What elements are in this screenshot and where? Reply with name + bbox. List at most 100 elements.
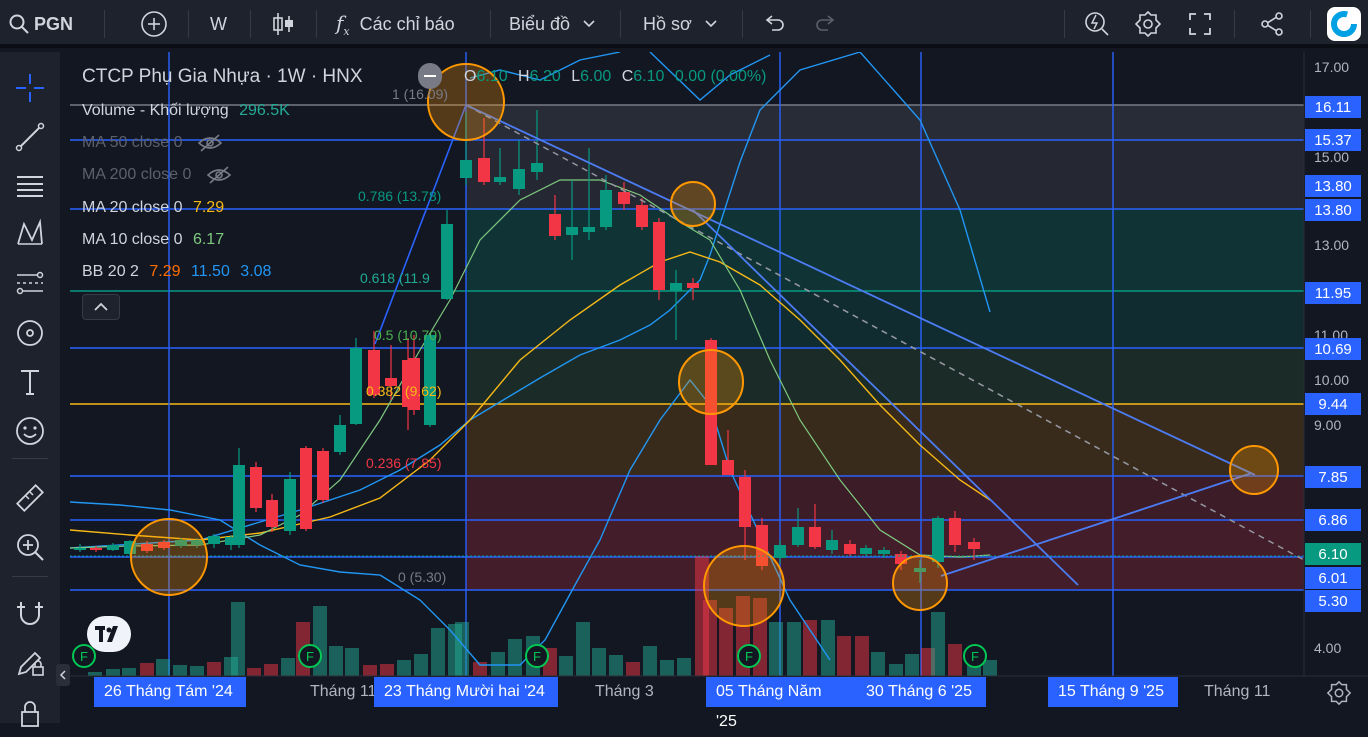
legend-volume[interactable]: Volume - Khối lượng 296.5K (82, 98, 290, 124)
chart-settings-button[interactable] (1326, 680, 1352, 711)
fib-label-0236: 0.236 (7.85) (366, 455, 442, 471)
legend-bb[interactable]: BB 20 2 7.29 11.50 3.08 (82, 259, 271, 285)
legend-collapse-button[interactable] (82, 294, 120, 320)
collapse-sidebar-button[interactable] (56, 664, 70, 686)
volume-bar (207, 662, 221, 676)
candle-body (583, 227, 595, 232)
eye-off-icon[interactable] (206, 165, 232, 185)
volume-bar (88, 672, 102, 676)
legend-ma200[interactable]: MA 200 close 0 (82, 162, 232, 188)
legend-ma50[interactable]: MA 50 close 0 (82, 130, 223, 156)
candle-body (949, 518, 961, 545)
time-label-m1: Tháng 11 (310, 683, 377, 700)
volume-bar (660, 660, 674, 676)
candle-body (334, 425, 346, 452)
fib-label-1: 1 (16.09) (392, 86, 448, 102)
volume-bar (508, 639, 522, 676)
candle-body (494, 177, 506, 182)
price-tick: 10.00 (1314, 372, 1349, 388)
volume-bar (173, 665, 187, 676)
volume-bar (247, 668, 261, 676)
volume-bar (803, 620, 817, 676)
volume-bar (948, 644, 962, 676)
ohlc-values: O6.10 H6.20 L6.00 C6.10 0.00 (0.00%) (464, 60, 766, 94)
candle-body (844, 544, 856, 554)
price-badge-label: 15.37 (1314, 132, 1352, 149)
bb-label: BB 20 2 (82, 263, 139, 280)
candle-body (878, 550, 890, 554)
low-label: L (571, 68, 581, 85)
bb-upper-value: 11.50 (190, 263, 230, 280)
price-tick: 4.00 (1314, 640, 1341, 656)
high-value: 6.20 (529, 68, 561, 85)
volume-bar (559, 656, 573, 676)
candle-body (250, 467, 262, 508)
candle-body (653, 222, 665, 290)
time-label-d4: 30 Tháng 6 '25 (856, 677, 986, 707)
volume-bar (231, 602, 245, 676)
volume-bar (122, 668, 136, 676)
tradingview-logo[interactable] (87, 616, 131, 652)
highlight-circle (703, 545, 785, 627)
time-label-d5: 15 Tháng 9 '25 (1048, 677, 1178, 707)
volume-bar (414, 654, 428, 676)
price-badge-label: 6.86 (1318, 512, 1347, 529)
change-value: 0.00 (0.00%) (674, 68, 767, 85)
price-tick: 17.00 (1314, 59, 1349, 75)
time-label-m3: Tháng 11 (1204, 683, 1271, 700)
volume-bar (264, 664, 278, 676)
candle-body (208, 536, 220, 544)
candle-body (350, 348, 362, 424)
price-badge-label: 13.80 (1314, 178, 1352, 195)
fib-label-0: 0 (5.30) (398, 569, 446, 585)
candle-body (739, 477, 751, 527)
volume-bar (837, 636, 851, 676)
volume-bar (889, 664, 903, 676)
candle-body (90, 548, 102, 550)
volume-bar (380, 664, 394, 676)
volume-bar (106, 669, 120, 676)
chevron-left-icon (59, 670, 66, 680)
volume-bar (769, 622, 783, 676)
earnings-marker-label: F (745, 649, 753, 664)
volume-bar (643, 646, 657, 676)
price-badge-label: 5.30 (1318, 593, 1347, 610)
gear-icon (1326, 680, 1352, 706)
bb-basis-value: 7.29 (149, 263, 181, 280)
ma200-label: MA 200 close 0 (82, 166, 192, 183)
symbol-title[interactable]: CTCP Phụ Gia Nhựa · 1W · HNX (82, 66, 363, 87)
volume-bar (609, 655, 623, 676)
time-label-d2: 23 Tháng Mười hai '24 (374, 677, 558, 707)
fib-label-0382: 0.382 (9.62) (366, 383, 442, 399)
volume-bar (871, 652, 885, 676)
candle-body (460, 160, 472, 178)
chevron-up-icon (94, 302, 108, 311)
price-badge-label: 13.80 (1314, 202, 1352, 219)
candle-body (636, 205, 648, 227)
volume-bar (677, 658, 691, 676)
close-value: 6.10 (633, 68, 665, 85)
candle-body (826, 540, 838, 550)
volume-bar (329, 646, 343, 676)
candle-body (618, 192, 630, 204)
price-badge-label: 16.11 (1315, 99, 1351, 116)
candle-body (300, 448, 312, 529)
candle-body (531, 163, 543, 172)
minus-icon (424, 75, 436, 77)
highlight-circle (670, 181, 716, 227)
candle-body (566, 227, 578, 235)
close-label: C (621, 68, 634, 85)
candle-body (424, 335, 436, 425)
volume-bar (281, 658, 295, 676)
collapse-toggle[interactable] (418, 63, 442, 89)
price-badge-label: 6.10 (1318, 546, 1347, 563)
eye-off-icon[interactable] (197, 133, 223, 153)
earnings-marker-label: F (971, 649, 979, 664)
candle-body (478, 158, 490, 182)
price-badge-label: 6.01 (1318, 570, 1347, 587)
price-tick: 9.00 (1314, 417, 1341, 433)
candle-body (600, 190, 612, 227)
legend-ma20[interactable]: MA 20 close 0 7.29 (82, 195, 224, 221)
candle-body (549, 214, 561, 236)
legend-ma10[interactable]: MA 10 close 0 6.17 (82, 227, 224, 253)
